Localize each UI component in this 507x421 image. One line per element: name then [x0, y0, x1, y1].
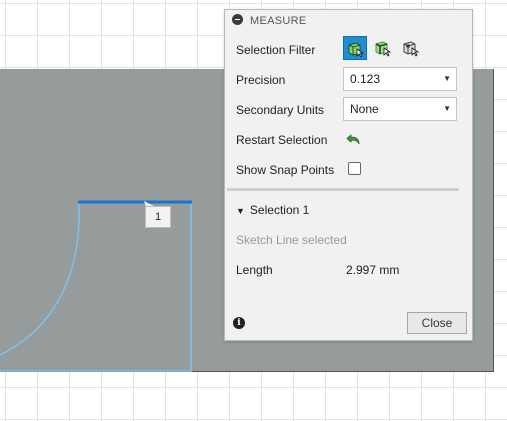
minus-circle-icon[interactable] [232, 14, 243, 25]
sketch-arc[interactable] [0, 203, 80, 356]
selection-filter-label: Selection Filter [236, 43, 316, 57]
secondary-units-label: Secondary Units [236, 103, 325, 117]
precision-value: 0.123 [350, 72, 381, 86]
selection-group-header[interactable]: ▼ Selection 1 [236, 203, 309, 217]
chevron-down-icon: ▼ [443, 104, 451, 113]
length-label: Length [236, 263, 273, 277]
selection-status: Sketch Line selected [236, 233, 347, 247]
vertex-filter-icon [403, 41, 420, 57]
face-filter-button[interactable] [343, 36, 367, 60]
section-divider [227, 188, 459, 191]
show-snap-points-checkbox[interactable] [348, 162, 361, 175]
secondary-units-value: None [350, 102, 379, 116]
precision-label: Precision [236, 73, 286, 87]
close-button[interactable]: Close [407, 312, 467, 334]
secondary-units-select[interactable]: None ▼ [343, 97, 457, 121]
selection-label[interactable]: 1 [145, 206, 171, 228]
face-filter-icon [348, 42, 365, 58]
show-snap-points-label: Show Snap Points [236, 163, 335, 177]
selection-group-title: Selection 1 [249, 203, 310, 217]
sketch-outline[interactable] [0, 203, 192, 372]
restart-arrow-icon[interactable] [345, 130, 363, 148]
edge-filter-button[interactable] [371, 36, 395, 60]
length-value: 2.997 mm [346, 263, 400, 277]
info-icon[interactable]: i [233, 317, 245, 329]
edge-filter-icon [375, 41, 392, 57]
chevron-down-icon: ▼ [443, 74, 451, 83]
measure-panel: MEASURE Selection Filter Precision 0.123… [224, 9, 473, 341]
vertex-filter-button[interactable] [399, 36, 423, 60]
panel-title: MEASURE [250, 15, 307, 27]
panel-header[interactable]: MEASURE [225, 10, 472, 32]
chevron-down-icon: ▼ [236, 206, 245, 216]
precision-select[interactable]: 0.123 ▼ [343, 67, 457, 91]
restart-selection-label: Restart Selection [236, 133, 328, 147]
